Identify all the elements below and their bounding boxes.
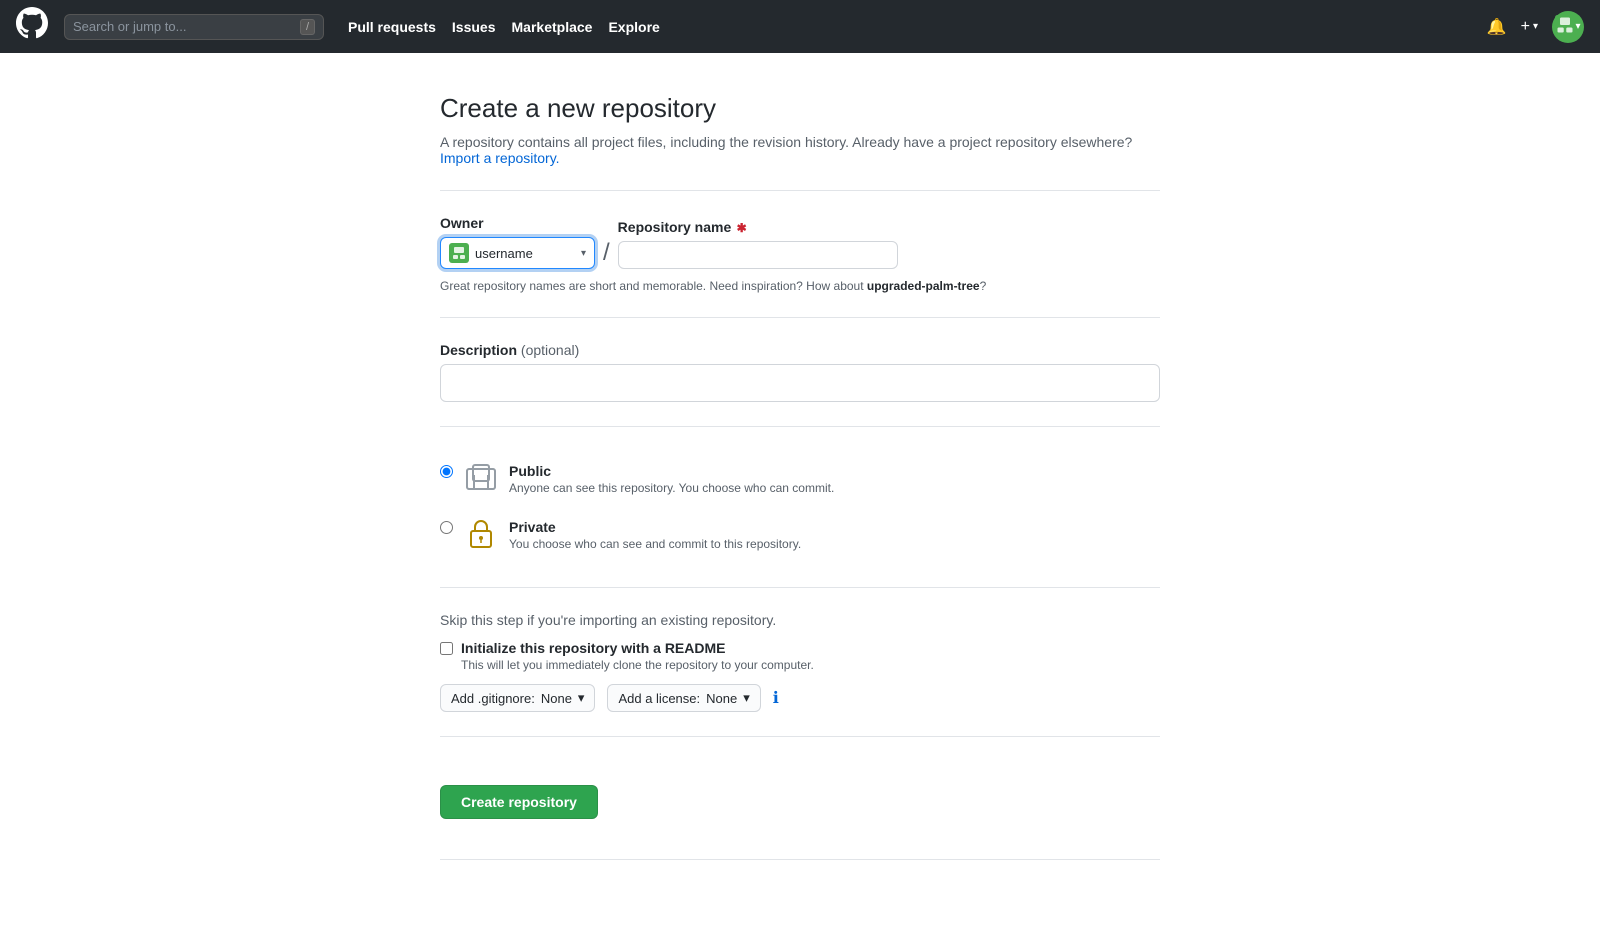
owner-repo-row: Owner username ▾ / — [440, 215, 1160, 269]
new-item-button[interactable]: + ▾ — [1521, 18, 1538, 36]
description-group: Description (optional) — [440, 342, 1160, 402]
divider-1 — [440, 190, 1160, 191]
license-value: None — [706, 691, 737, 706]
public-radio[interactable] — [440, 465, 453, 478]
plus-label: + — [1521, 18, 1530, 36]
bottom-divider — [440, 859, 1160, 860]
repo-name-group: Repository name ✱ — [618, 219, 898, 269]
github-logo[interactable] — [16, 7, 48, 46]
license-select[interactable]: Add a license: None ▾ — [607, 684, 760, 712]
nav-issues[interactable]: Issues — [452, 19, 496, 35]
navbar-right: 🔔 + ▾ ▾ — [1487, 11, 1584, 43]
skip-note: Skip this step if you're importing an ex… — [440, 612, 1160, 628]
slash-separator: / — [603, 239, 610, 269]
public-desc: Anyone can see this repository. You choo… — [509, 481, 834, 495]
search-input[interactable] — [73, 19, 294, 34]
public-content: Public Anyone can see this repository. Y… — [509, 463, 834, 495]
owner-group: Owner username ▾ — [440, 215, 595, 269]
hint-text: Great repository names are short and mem… — [440, 279, 1160, 293]
readme-content: Initialize this repository with a README… — [461, 640, 814, 672]
init-readme-checkbox[interactable] — [440, 642, 453, 655]
search-bar[interactable]: / — [64, 14, 324, 40]
description-label: Description (optional) — [440, 342, 1160, 358]
subtitle-text: A repository contains all project files,… — [440, 134, 1132, 150]
readme-desc: This will let you immediately clone the … — [461, 658, 814, 672]
avatar-image — [1555, 15, 1575, 38]
divider-3 — [440, 426, 1160, 427]
create-repository-button[interactable]: Create repository — [440, 785, 598, 819]
private-icon — [465, 517, 497, 549]
owner-select[interactable]: username ▾ — [440, 237, 595, 269]
gitignore-label: Add .gitignore: — [451, 691, 535, 706]
description-input[interactable] — [440, 364, 1160, 402]
private-radio[interactable] — [440, 521, 453, 534]
navbar: / Pull requests Issues Marketplace Explo… — [0, 0, 1600, 53]
main-content: Create a new repository A repository con… — [0, 53, 1600, 940]
subtitle: A repository contains all project files,… — [440, 134, 1160, 166]
divider-5 — [440, 736, 1160, 737]
gitignore-chevron-icon: ▾ — [578, 690, 585, 706]
public-option[interactable]: Public Anyone can see this repository. Y… — [440, 451, 1160, 507]
import-link[interactable]: Import a repository. — [440, 150, 560, 166]
owner-avatar — [449, 243, 469, 263]
owner-chevron-icon: ▾ — [581, 248, 586, 259]
notification-icon[interactable]: 🔔 — [1487, 17, 1507, 37]
private-content: Private You choose who can see and commi… — [509, 519, 801, 551]
repo-name-label: Repository name ✱ — [618, 219, 898, 235]
nav-links: Pull requests Issues Marketplace Explore — [348, 19, 660, 35]
public-label: Public — [509, 463, 834, 479]
private-option[interactable]: Private You choose who can see and commi… — [440, 507, 1160, 563]
suggested-name: upgraded-palm-tree — [867, 279, 980, 293]
required-star: ✱ — [733, 221, 746, 235]
owner-label: Owner — [440, 215, 595, 231]
repo-name-input[interactable] — [618, 241, 898, 269]
license-chevron-icon: ▾ — [743, 690, 750, 706]
search-kbd: / — [300, 19, 315, 35]
owner-name: username — [475, 246, 575, 261]
readme-checkbox-row: Initialize this repository with a README… — [440, 640, 1160, 672]
gitignore-select[interactable]: Add .gitignore: None ▾ — [440, 684, 595, 712]
avatar[interactable]: ▾ — [1552, 11, 1584, 43]
avatar-chevron: ▾ — [1575, 21, 1580, 32]
nav-marketplace[interactable]: Marketplace — [512, 19, 593, 35]
divider-2 — [440, 317, 1160, 318]
description-optional: (optional) — [521, 342, 579, 358]
nav-explore[interactable]: Explore — [608, 19, 659, 35]
form-container: Create a new repository A repository con… — [420, 93, 1180, 860]
license-label: Add a license: — [618, 691, 700, 706]
gitignore-value: None — [541, 691, 572, 706]
info-icon[interactable]: ℹ — [773, 688, 779, 708]
readme-label: Initialize this repository with a README — [461, 640, 814, 656]
nav-pull-requests[interactable]: Pull requests — [348, 19, 436, 35]
public-icon — [465, 461, 497, 493]
private-desc: You choose who can see and commit to thi… — [509, 537, 801, 551]
divider-4 — [440, 587, 1160, 588]
dropdowns-row: Add .gitignore: None ▾ Add a license: No… — [440, 684, 1160, 712]
private-label: Private — [509, 519, 801, 535]
page-title: Create a new repository — [440, 93, 1160, 124]
plus-chevron: ▾ — [1533, 21, 1538, 32]
